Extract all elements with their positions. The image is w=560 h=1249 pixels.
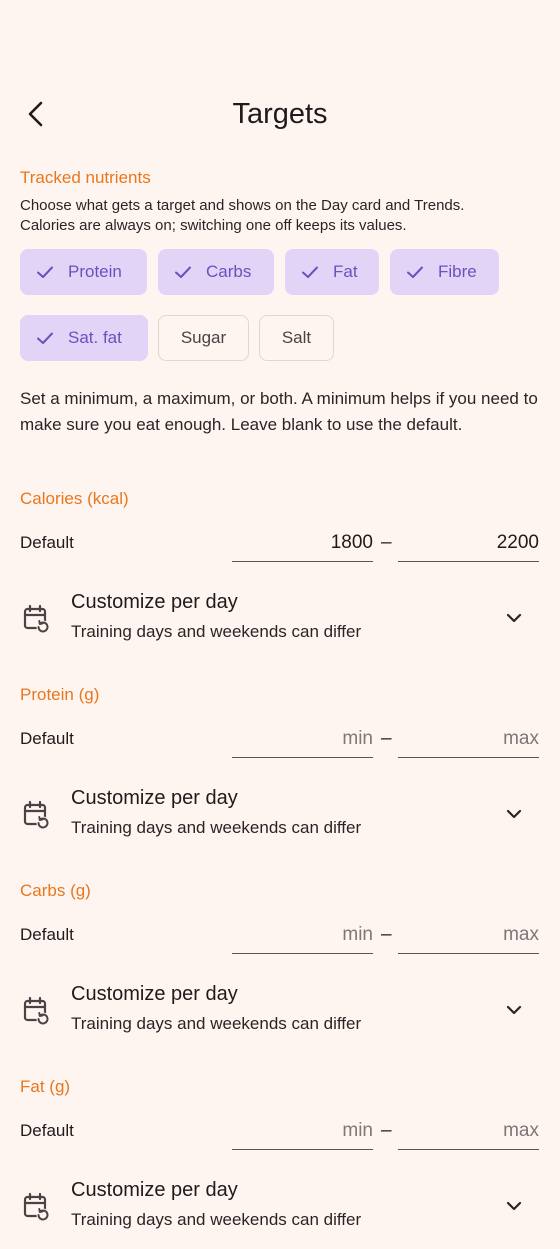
carbs-max-input[interactable]	[398, 918, 539, 952]
section-label-calories: Calories (kcal)	[20, 489, 129, 508]
section-label-carbs: Carbs (g)	[20, 881, 91, 900]
chip-fat[interactable]: Fat	[285, 249, 379, 295]
chip-fibre[interactable]: Fibre	[390, 249, 499, 295]
fat-max-field[interactable]	[398, 1114, 539, 1150]
chevron-down-icon	[506, 1201, 522, 1211]
customize-subtitle: Training days and weekends can differ	[71, 818, 362, 837]
carbs-min-input[interactable]	[232, 918, 373, 952]
calendar-sync-icon	[23, 800, 50, 830]
calories-max-input[interactable]	[398, 526, 539, 560]
customize-per-day-calories[interactable]: Customize per day Training days and week…	[0, 591, 560, 661]
default-label: Default	[20, 925, 74, 944]
default-label: Default	[20, 729, 74, 748]
range-dash: –	[381, 924, 392, 945]
chevron-down-icon	[506, 1005, 522, 1015]
tracked-description-line1: Choose what gets a target and shows on t…	[20, 197, 465, 214]
chip-label: Sugar	[180, 328, 227, 347]
customize-per-day-carbs[interactable]: Customize per day Training days and week…	[0, 983, 560, 1053]
targets-intro-text: Set a minimum, a maximum, or both. A min…	[20, 389, 538, 434]
page-title: Targets	[232, 98, 328, 130]
calendar-sync-icon	[23, 604, 50, 634]
chip-label: Sat. fat	[68, 328, 122, 347]
range-dash: –	[381, 728, 392, 749]
customize-subtitle: Training days and weekends can differ	[71, 622, 362, 641]
carbs-min-field[interactable]	[232, 918, 373, 954]
customize-subtitle: Training days and weekends can differ	[71, 1210, 362, 1229]
customize-subtitle: Training days and weekends can differ	[71, 1014, 362, 1033]
customize-title: Customize per day	[71, 983, 238, 1005]
range-dash: –	[381, 532, 392, 553]
chevron-down-icon	[506, 613, 522, 623]
section-label-protein: Protein (g)	[20, 685, 100, 704]
customize-per-day-fat[interactable]: Customize per day Training days and week…	[0, 1179, 560, 1249]
tracked-nutrients-label: Tracked nutrients	[20, 168, 151, 187]
fat-min-field[interactable]	[232, 1114, 373, 1150]
range-dash: –	[381, 1120, 392, 1141]
protein-min-input[interactable]	[232, 722, 373, 756]
chip-label: Salt	[281, 328, 312, 347]
customize-per-day-protein[interactable]: Customize per day Training days and week…	[0, 787, 560, 857]
chip-sugar[interactable]: Sugar	[158, 315, 249, 361]
chip-label: Protein	[68, 262, 122, 281]
customize-title: Customize per day	[71, 787, 238, 809]
chip-carbs[interactable]: Carbs	[158, 249, 274, 295]
protein-max-input[interactable]	[398, 722, 539, 756]
check-icon	[175, 266, 191, 278]
calories-min-field[interactable]	[232, 526, 373, 562]
top-app-bar: Targets	[0, 86, 560, 146]
check-icon	[37, 266, 53, 278]
chip-protein[interactable]: Protein	[20, 249, 147, 295]
check-icon	[302, 266, 318, 278]
fat-max-input[interactable]	[398, 1114, 539, 1148]
chip-sat-fat[interactable]: Sat. fat	[20, 315, 148, 361]
chevron-down-icon	[506, 809, 522, 819]
chip-label: Fibre	[438, 262, 477, 281]
calories-min-input[interactable]	[232, 526, 373, 560]
chip-label: Fat	[333, 262, 358, 281]
fat-min-input[interactable]	[232, 1114, 373, 1148]
tracked-description-line2: Calories are always on; switching one of…	[20, 217, 407, 234]
default-label: Default	[20, 533, 74, 552]
section-label-fat: Fat (g)	[20, 1077, 71, 1096]
check-icon	[37, 332, 53, 344]
check-icon	[407, 266, 423, 278]
protein-max-field[interactable]	[398, 722, 539, 758]
calendar-sync-icon	[23, 996, 50, 1026]
customize-title: Customize per day	[71, 1179, 238, 1201]
carbs-max-field[interactable]	[398, 918, 539, 954]
calories-max-field[interactable]	[398, 526, 539, 562]
chip-label: Carbs	[206, 262, 252, 281]
customize-title: Customize per day	[71, 591, 238, 613]
calendar-sync-icon	[23, 1192, 50, 1222]
default-label: Default	[20, 1121, 74, 1140]
chip-salt[interactable]: Salt	[259, 315, 334, 361]
protein-min-field[interactable]	[232, 722, 373, 758]
